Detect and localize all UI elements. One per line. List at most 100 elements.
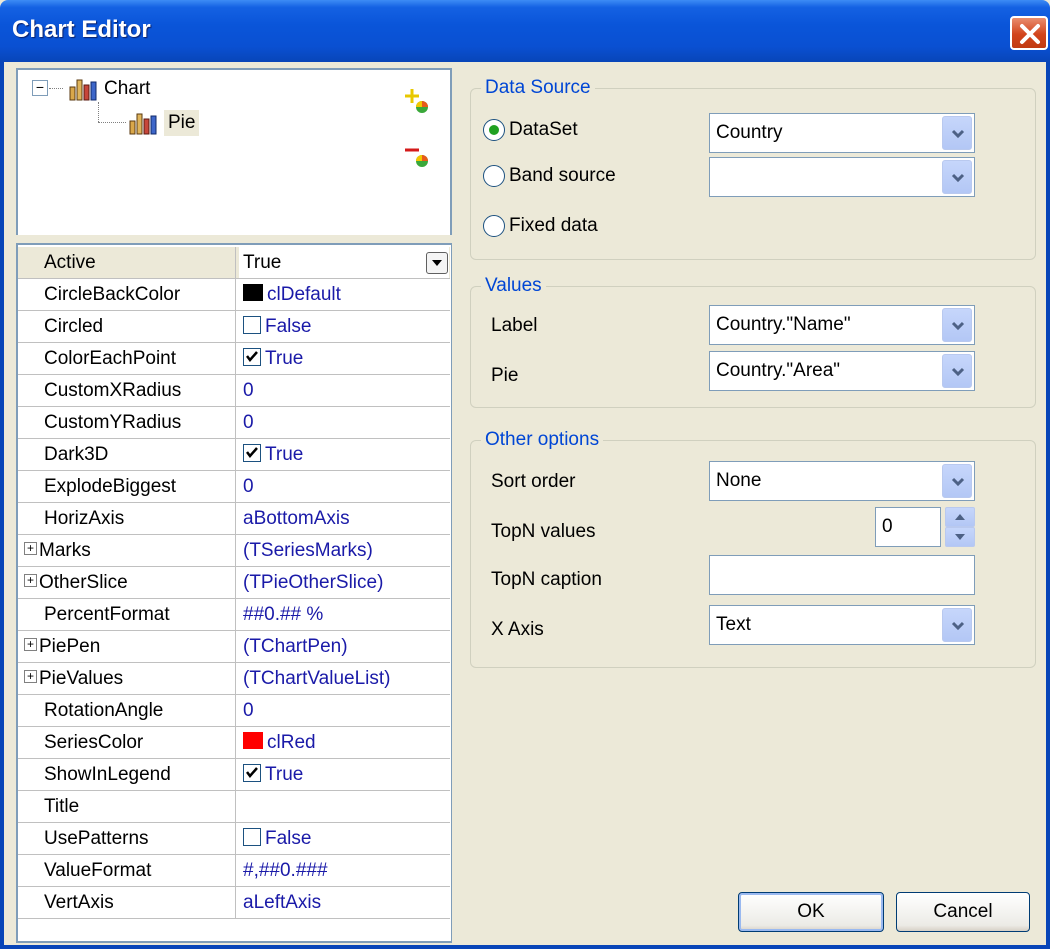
property-name: + Marks — [18, 535, 236, 566]
property-row[interactable]: VertAxis aLeftAxis — [18, 887, 450, 919]
property-value-text: True — [265, 764, 304, 785]
label-field-select[interactable]: Country."Name" — [709, 305, 975, 345]
tree-collapse-toggle[interactable]: − — [32, 80, 48, 96]
expand-icon[interactable]: + — [24, 574, 37, 588]
dropdown-button[interactable] — [942, 608, 972, 642]
property-value[interactable]: (TChartPen) — [239, 631, 449, 662]
dropdown-button[interactable] — [942, 160, 972, 194]
tree-connector — [98, 122, 126, 123]
close-button[interactable] — [1010, 16, 1048, 50]
property-value[interactable]: False — [239, 823, 449, 854]
property-dropdown-button[interactable] — [426, 252, 448, 274]
delete-series-button[interactable] — [402, 140, 432, 170]
topn-caption-input[interactable] — [709, 555, 975, 595]
property-value[interactable]: True — [239, 439, 449, 470]
sort-order-select[interactable]: None — [709, 461, 975, 501]
cancel-button[interactable]: Cancel — [896, 892, 1030, 932]
spin-down-button[interactable] — [945, 527, 975, 547]
property-row[interactable]: + Marks (TSeriesMarks) — [18, 535, 450, 567]
property-value[interactable]: (TSeriesMarks) — [239, 535, 449, 566]
tree-node-chart[interactable]: Chart — [68, 74, 150, 104]
topn-values-label: TopN values — [491, 521, 596, 542]
property-row[interactable]: RotationAngle 0 — [18, 695, 450, 727]
property-value[interactable]: clDefault — [239, 279, 449, 310]
property-row[interactable]: Active True — [18, 247, 450, 279]
dropdown-button[interactable] — [942, 308, 972, 342]
property-row[interactable]: ValueFormat #,##0.### — [18, 855, 450, 887]
ok-button[interactable]: OK — [738, 892, 884, 932]
property-value[interactable]: (TPieOtherSlice) — [239, 567, 449, 598]
property-value-text: 0 — [243, 380, 254, 401]
expand-icon[interactable]: + — [24, 638, 37, 652]
property-value-text: False — [265, 828, 312, 849]
expand-icon[interactable]: + — [24, 542, 37, 556]
property-row[interactable]: UsePatterns False — [18, 823, 450, 855]
dataset-radio[interactable]: DataSet — [483, 119, 578, 141]
check-icon — [246, 351, 258, 362]
property-value[interactable]: aBottomAxis — [239, 503, 449, 534]
checkbox[interactable] — [243, 827, 261, 846]
checkbox[interactable] — [243, 347, 261, 366]
property-row[interactable]: ShowInLegend True — [18, 759, 450, 791]
property-value[interactable]: #,##0.### — [239, 855, 449, 886]
property-row[interactable]: ColorEachPoint True — [18, 343, 450, 375]
property-row[interactable]: + PieValues (TChartValueList) — [18, 663, 450, 695]
property-value[interactable]: 0 — [239, 375, 449, 406]
property-row[interactable]: Title — [18, 791, 450, 823]
property-row[interactable]: ExplodeBiggest 0 — [18, 471, 450, 503]
property-row[interactable]: CustomXRadius 0 — [18, 375, 450, 407]
property-grid: Active True CircleBackColor clDefault Circle… — [16, 243, 452, 943]
pie-field-value: Country."Area" — [716, 360, 841, 381]
band-source-radio[interactable]: Band source — [483, 165, 616, 187]
checkbox[interactable] — [243, 443, 261, 462]
property-value[interactable]: 0 — [239, 407, 449, 438]
property-row[interactable]: PercentFormat ##0.## % — [18, 599, 450, 631]
add-series-button[interactable] — [402, 86, 432, 116]
property-value-text: True — [265, 348, 304, 369]
radio-button[interactable] — [483, 119, 505, 141]
radio-label: Fixed data — [509, 215, 598, 236]
tree-node-pie[interactable]: Pie — [128, 108, 200, 138]
sort-order-label: Sort order — [491, 471, 576, 492]
property-row[interactable]: HorizAxis aBottomAxis — [18, 503, 450, 535]
property-row[interactable]: + PiePen (TChartPen) — [18, 631, 450, 663]
property-value[interactable]: True — [239, 343, 449, 374]
pie-field-select[interactable]: Country."Area" — [709, 351, 975, 391]
property-value[interactable]: True — [239, 759, 449, 790]
property-row[interactable]: SeriesColor clRed — [18, 727, 450, 759]
property-value-text: True — [243, 252, 282, 273]
expand-icon[interactable]: + — [24, 670, 37, 684]
dropdown-button[interactable] — [942, 116, 972, 150]
property-name-text: Dark3D — [44, 444, 109, 465]
dropdown-button[interactable] — [942, 464, 972, 498]
chevron-down-icon — [951, 129, 965, 139]
property-row[interactable]: Circled False — [18, 311, 450, 343]
fixed-data-radio[interactable]: Fixed data — [483, 215, 598, 237]
property-value[interactable]: (TChartValueList) — [239, 663, 449, 694]
radio-button[interactable] — [483, 165, 505, 187]
property-value[interactable]: aLeftAxis — [239, 887, 449, 918]
dropdown-button[interactable] — [942, 354, 972, 388]
property-name: Active — [18, 247, 236, 278]
checkbox[interactable] — [243, 763, 261, 782]
property-value[interactable]: False — [239, 311, 449, 342]
dataset-select[interactable]: Country — [709, 113, 975, 153]
checkbox[interactable] — [243, 315, 261, 334]
topn-values-input[interactable]: 0 — [875, 507, 941, 547]
property-row[interactable]: Dark3D True — [18, 439, 450, 471]
property-value[interactable] — [239, 791, 449, 822]
property-value[interactable]: 0 — [239, 471, 449, 502]
property-value[interactable]: ##0.## % — [239, 599, 449, 630]
property-row[interactable]: CircleBackColor clDefault — [18, 279, 450, 311]
property-value[interactable]: True — [239, 247, 449, 278]
property-value[interactable]: clRed — [239, 727, 449, 758]
radio-button[interactable] — [483, 215, 505, 237]
property-row[interactable]: + OtherSlice (TPieOtherSlice) — [18, 567, 450, 599]
spin-up-button[interactable] — [945, 507, 975, 527]
property-value[interactable]: 0 — [239, 695, 449, 726]
band-source-select[interactable] — [709, 157, 975, 197]
property-row[interactable]: CustomYRadius 0 — [18, 407, 450, 439]
topn-spinner[interactable] — [945, 507, 975, 547]
bar-chart-icon — [68, 77, 98, 101]
x-axis-select[interactable]: Text — [709, 605, 975, 645]
